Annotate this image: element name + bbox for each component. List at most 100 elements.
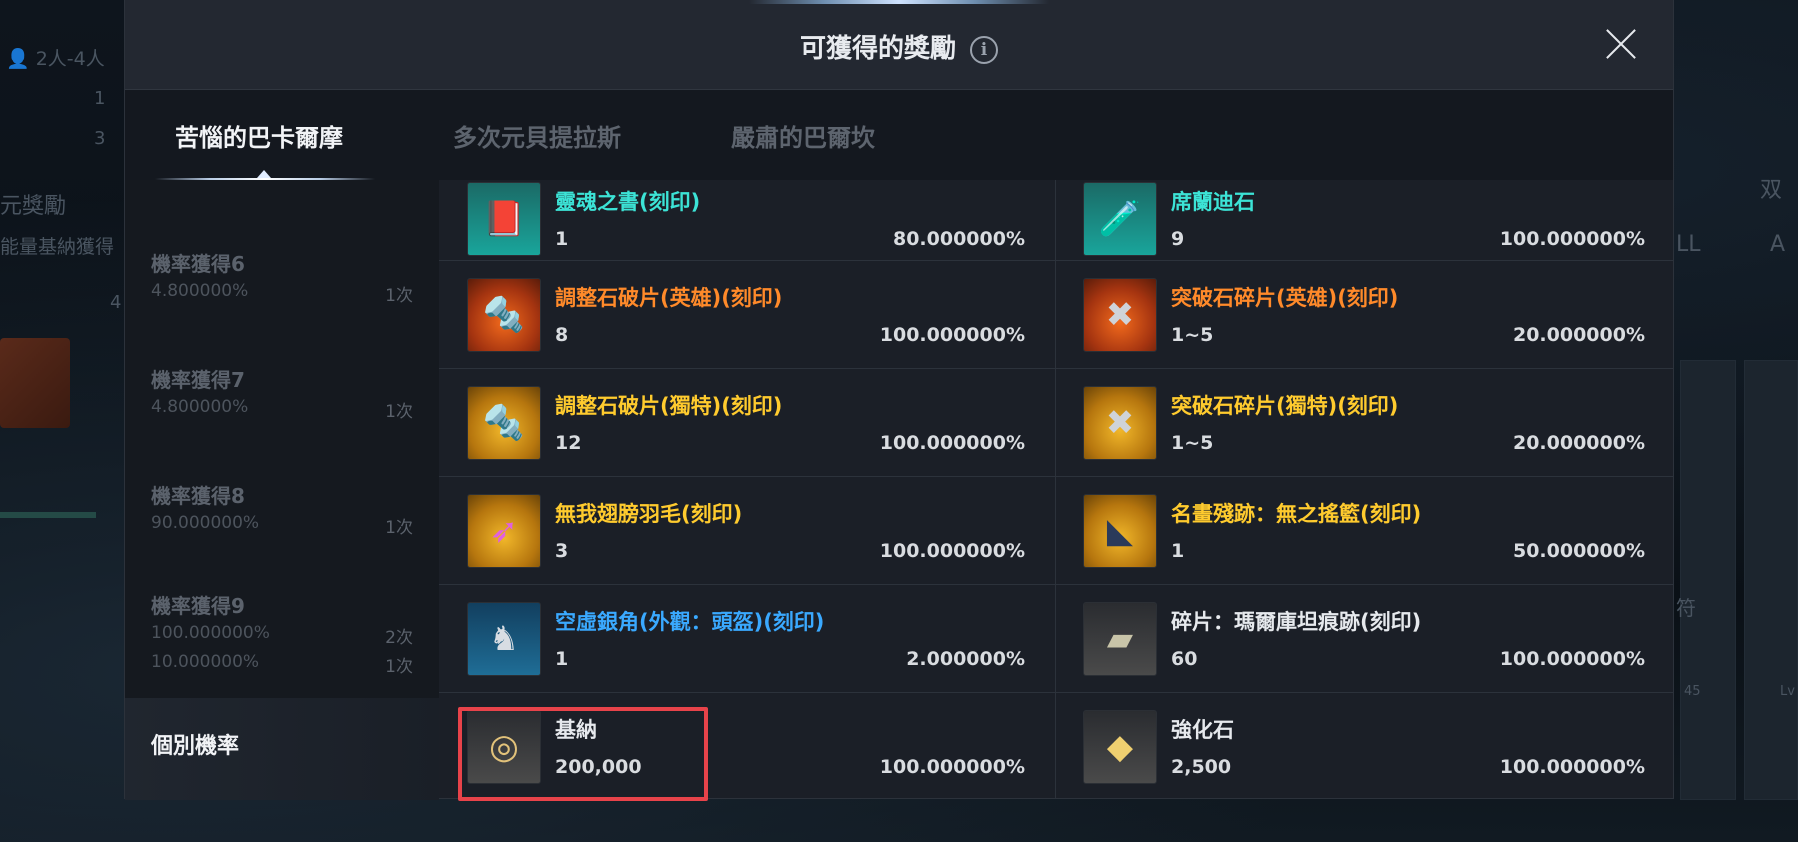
breakthrough-icon: ✖ bbox=[1083, 278, 1157, 352]
shard-icon: 🔩 bbox=[467, 278, 541, 352]
sidebar-group-title: 機率獲得7 bbox=[151, 368, 245, 392]
sidebar-rate: 10.000000% bbox=[151, 652, 260, 672]
active-tab-caret bbox=[257, 170, 271, 178]
reward-item-grid: 📕 靈魂之書(刻印) 1 80.000000% 🧪 席蘭迪石 9 100.000… bbox=[439, 180, 1673, 798]
sidebar-group-title: 機率獲得8 bbox=[151, 484, 245, 508]
tab-bakarmo[interactable]: 苦惱的巴卡爾摩 bbox=[175, 118, 343, 153]
bg-right-char-a: LL bbox=[1676, 232, 1701, 257]
sidebar-group-7[interactable]: 機率獲得7 4.800000% 1次 bbox=[151, 364, 413, 422]
modal-title: 可獲得的獎勵 i bbox=[125, 28, 1673, 65]
item-name: 無我翅膀羽毛(刻印) bbox=[555, 502, 743, 526]
bg-level-a: 45 bbox=[1684, 684, 1701, 699]
item-quantity: 12 bbox=[555, 432, 582, 454]
bg-side-tile bbox=[1744, 360, 1798, 800]
bg-count-b: 3 bbox=[94, 128, 106, 149]
sidebar-count: 1次 bbox=[385, 518, 413, 538]
tab-betilas[interactable]: 多次元貝提拉斯 bbox=[453, 118, 621, 153]
header-ornament bbox=[749, 0, 1049, 4]
item-rate: 100.000000% bbox=[879, 432, 1025, 454]
item-name: 空虛銀角(外觀：頭盔)(刻印) bbox=[555, 610, 825, 634]
bg-side-tile bbox=[1680, 360, 1736, 800]
item-quantity: 1 bbox=[1171, 540, 1185, 562]
item-name: 靈魂之書(刻印) bbox=[555, 190, 701, 214]
sidebar-rate: 90.000000% bbox=[151, 513, 260, 533]
sidebar-group-title: 機率獲得9 bbox=[151, 594, 245, 618]
item-rate: 80.000000% bbox=[892, 228, 1025, 250]
reward-item[interactable]: ◣ 名畫殘跡：無之搖籃(刻印) 1 50.000000% bbox=[1083, 486, 1673, 576]
sidebar-count: 2次 bbox=[385, 628, 413, 648]
sidebar-count: 1次 bbox=[385, 657, 413, 677]
bg-rewards-title: 元獎勵 bbox=[0, 194, 67, 219]
item-rate: 100.000000% bbox=[879, 324, 1025, 346]
item-quantity: 200,000 bbox=[555, 756, 642, 778]
probability-sidebar: 機率獲得6 4.800000% 1次 機率獲得7 4.800000% 1次 機率獲得… bbox=[125, 180, 439, 800]
bg-item-icon bbox=[0, 338, 70, 428]
bg-right-text: 双 bbox=[1760, 178, 1783, 203]
sidebar-row: 90.000000% 1次 bbox=[151, 513, 413, 538]
coin-icon: ◎ bbox=[467, 710, 541, 784]
modal-content: 機率獲得6 4.800000% 1次 機率獲得7 4.800000% 1次 機率獲得… bbox=[125, 180, 1673, 800]
item-name: 調整石破片(英雄)(刻印) bbox=[555, 286, 783, 310]
item-quantity: 1 bbox=[555, 648, 569, 670]
reward-item[interactable]: ♞ 空虛銀角(外觀：頭盔)(刻印) 1 2.000000% bbox=[467, 594, 1055, 684]
reward-item[interactable]: 🔩 調整石破片(獨特)(刻印) 12 100.000000% bbox=[467, 378, 1055, 468]
party-size-label: 👤 2人-4人 bbox=[6, 48, 105, 70]
item-rate: 20.000000% bbox=[1512, 432, 1645, 454]
reward-item[interactable]: ◆ 強化石 2,500 100.000000% bbox=[1083, 702, 1673, 792]
tab-barkan[interactable]: 嚴肅的巴爾坎 bbox=[731, 118, 875, 153]
reward-item[interactable]: 📕 靈魂之書(刻印) 1 80.000000% bbox=[467, 180, 1055, 264]
helmet-icon: ♞ bbox=[467, 602, 541, 676]
item-rate: 2.000000% bbox=[906, 648, 1025, 670]
reward-item[interactable]: ➶ 無我翅膀羽毛(刻印) 3 100.000000% bbox=[467, 486, 1055, 576]
item-name: 調整石破片(獨特)(刻印) bbox=[555, 394, 783, 418]
row-divider bbox=[439, 368, 1673, 369]
close-icon[interactable] bbox=[1603, 26, 1639, 62]
sidebar-row: 4.800000% 1次 bbox=[151, 281, 413, 306]
reward-item[interactable]: 🔩 調整石破片(英雄)(刻印) 8 100.000000% bbox=[467, 270, 1055, 360]
shard-icon: 🔩 bbox=[467, 386, 541, 460]
reward-item[interactable]: ✖ 突破石碎片(獨特)(刻印) 1~5 20.000000% bbox=[1083, 378, 1673, 468]
sidebar-group-6[interactable]: 機率獲得6 4.800000% 1次 bbox=[151, 248, 413, 306]
column-divider bbox=[1055, 180, 1056, 798]
info-icon[interactable]: i bbox=[970, 36, 998, 64]
sidebar-count: 1次 bbox=[385, 286, 413, 306]
row-divider bbox=[439, 584, 1673, 585]
item-quantity: 9 bbox=[1171, 228, 1185, 250]
item-name: 碎片：瑪爾庫坦痕跡(刻印) bbox=[1171, 610, 1422, 634]
bg-count-a: 1 bbox=[94, 88, 106, 109]
item-rate: 20.000000% bbox=[1512, 324, 1645, 346]
boss-tabs: 苦惱的巴卡爾摩 多次元貝提拉斯 嚴肅的巴爾坎 bbox=[125, 90, 1673, 180]
item-rate: 50.000000% bbox=[1512, 540, 1645, 562]
item-rate: 100.000000% bbox=[1499, 648, 1645, 670]
fragment-icon: ▰ bbox=[1083, 602, 1157, 676]
item-rate: 100.000000% bbox=[879, 540, 1025, 562]
sidebar-group-8[interactable]: 機率獲得8 90.000000% 1次 bbox=[151, 480, 413, 538]
bg-right-char-b: A bbox=[1770, 232, 1786, 257]
item-quantity: 1~5 bbox=[1171, 324, 1214, 346]
item-name: 席蘭迪石 bbox=[1171, 190, 1255, 214]
reward-item[interactable]: ◎ 基納 200,000 100.000000% bbox=[467, 702, 1055, 792]
bg-gain-text: 能量基納獲得 bbox=[0, 236, 115, 258]
breakthrough-icon: ✖ bbox=[1083, 386, 1157, 460]
item-name: 突破石碎片(英雄)(刻印) bbox=[1171, 286, 1399, 310]
item-quantity: 60 bbox=[1171, 648, 1198, 670]
sidebar-rate: 100.000000% bbox=[151, 623, 270, 643]
sidebar-row: 10.000000% 1次 bbox=[151, 652, 413, 677]
item-quantity: 3 bbox=[555, 540, 569, 562]
bg-count-c: 4 bbox=[110, 292, 122, 313]
item-name: 基納 bbox=[555, 718, 597, 742]
bg-progress-bar bbox=[0, 512, 96, 518]
sidebar-group-title: 機率獲得6 bbox=[151, 252, 245, 276]
sidebar-row: 100.000000% 2次 bbox=[151, 623, 413, 648]
painting-icon: ◣ bbox=[1083, 494, 1157, 568]
bg-right-char-c: 符 bbox=[1676, 596, 1696, 620]
item-name: 名畫殘跡：無之搖籃(刻印) bbox=[1171, 502, 1422, 526]
feather-icon: ➶ bbox=[467, 494, 541, 568]
reward-item[interactable]: 🧪 席蘭迪石 9 100.000000% bbox=[1083, 180, 1673, 264]
book-icon: 📕 bbox=[467, 182, 541, 256]
reward-item[interactable]: ▰ 碎片：瑪爾庫坦痕跡(刻印) 60 100.000000% bbox=[1083, 594, 1673, 684]
reward-item[interactable]: ✖ 突破石碎片(英雄)(刻印) 1~5 20.000000% bbox=[1083, 270, 1673, 360]
row-divider bbox=[439, 692, 1673, 693]
sidebar-group-9[interactable]: 機率獲得9 100.000000% 2次 10.000000% 1次 bbox=[151, 590, 413, 677]
item-quantity: 1~5 bbox=[1171, 432, 1214, 454]
